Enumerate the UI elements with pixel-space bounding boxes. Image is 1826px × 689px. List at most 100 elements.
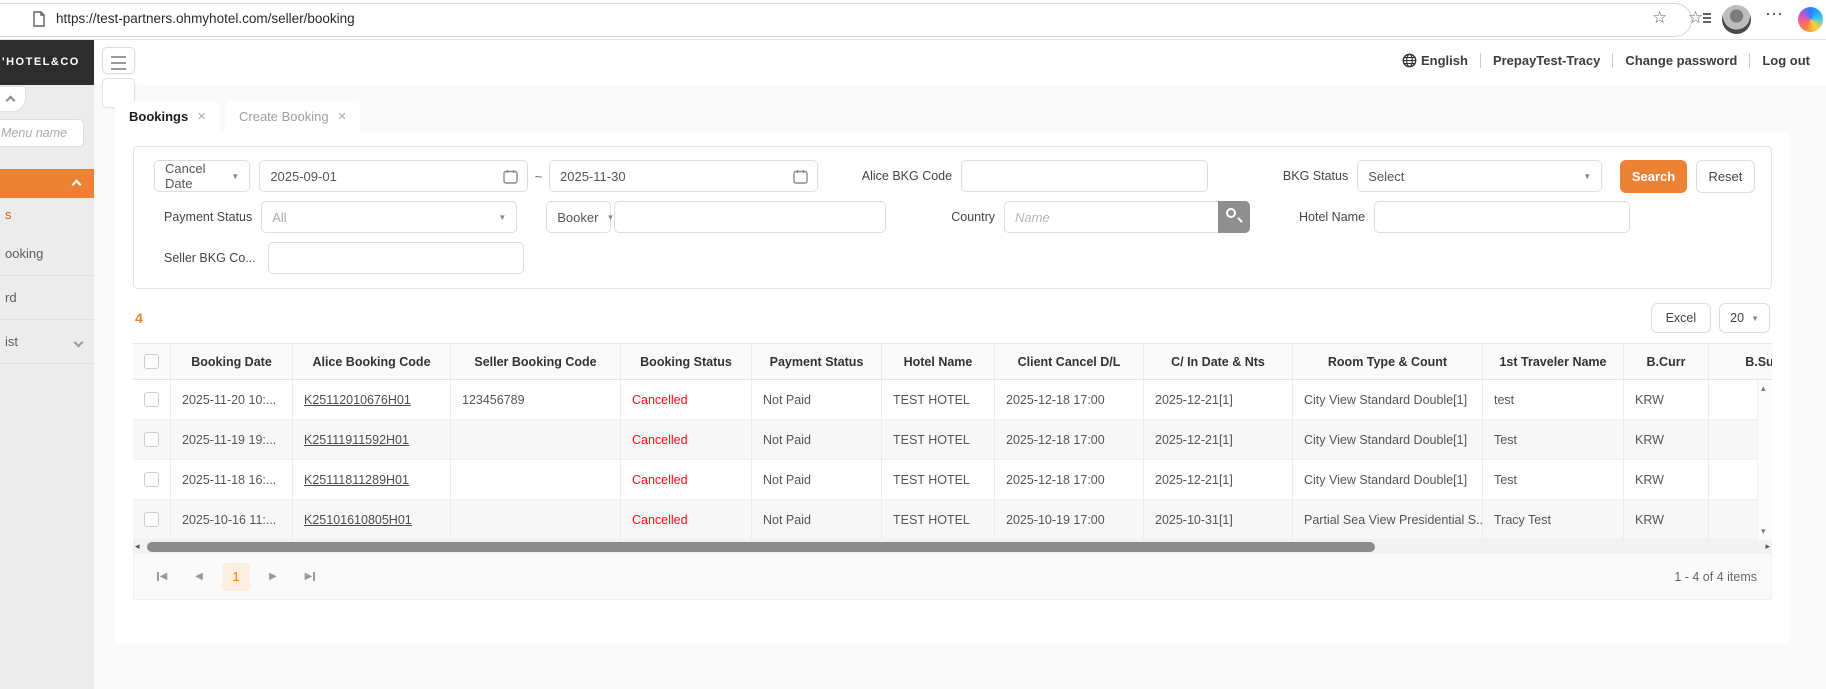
booking-date: 2025-11-18 16:... — [171, 460, 293, 499]
change-password-link[interactable]: Change password — [1625, 53, 1737, 68]
scroll-right-icon[interactable]: ▸ — [1765, 541, 1770, 552]
alice-booking-code-link[interactable]: K25111811289H01 — [304, 473, 409, 487]
copilot-icon[interactable] — [1798, 7, 1823, 32]
row-checkbox[interactable] — [144, 512, 159, 527]
booker-input[interactable] — [614, 201, 887, 233]
booking-status: Cancelled — [621, 420, 752, 459]
language-label: English — [1420, 53, 1468, 68]
col-booking-date[interactable]: Booking Date — [171, 344, 293, 380]
excel-export-button[interactable]: Excel — [1650, 303, 1712, 333]
page-size-select[interactable]: 20 ▼ — [1719, 303, 1770, 333]
current-page-button[interactable]: 1 — [222, 562, 250, 591]
sidebar-item-dashboard[interactable]: rd — [0, 276, 94, 320]
table-row[interactable]: 2025-10-16 11:... K25101610805H01 Cancel… — [133, 500, 1772, 540]
country-input[interactable] — [1004, 201, 1221, 233]
url-text[interactable]: https://test-partners.ohmyhotel.com/sell… — [56, 11, 355, 26]
user-links: English PrepayTest-Tracy Change password… — [1402, 53, 1810, 68]
menu-search-input[interactable] — [0, 119, 84, 147]
table-row[interactable]: 2025-11-18 16:... K25111811289H01 Cancel… — [133, 460, 1772, 500]
language-switcher[interactable]: English — [1402, 53, 1468, 68]
sidebar-item-create-booking[interactable]: ooking — [0, 232, 94, 276]
collections-icon[interactable]: ☆ — [1688, 8, 1712, 28]
favorite-star-icon[interactable]: ☆ — [1652, 8, 1667, 28]
tab-bookings[interactable]: Bookings × — [115, 101, 220, 132]
payment-status-select[interactable]: All ▼ — [261, 201, 518, 233]
traveler-name: Test — [1483, 420, 1624, 459]
chevron-up-icon — [5, 95, 16, 106]
col-payment-status[interactable]: Payment Status — [752, 344, 882, 380]
close-icon[interactable]: × — [197, 108, 206, 125]
client-cancel-dl: 2025-12-18 17:00 — [995, 460, 1144, 499]
sidebar-collapse-button[interactable] — [0, 86, 26, 112]
horizontal-scrollbar[interactable]: ◂ ▸ — [133, 540, 1772, 554]
sidebar-group-header[interactable] — [0, 169, 94, 198]
calendar-icon — [793, 169, 808, 184]
row-checkbox[interactable] — [144, 392, 159, 407]
hotel-name: TEST HOTEL — [882, 460, 995, 499]
browser-menu-icon[interactable]: ⋯ — [1765, 4, 1784, 25]
filter-row-1: Cancel Date ▼ 2025-09-01 ~ 2025-11-30 Ali… — [150, 159, 1755, 193]
scrollbar-thumb[interactable] — [147, 542, 1375, 552]
hotel-name-input[interactable] — [1374, 201, 1631, 233]
bkg-status-label: BKG Status — [1282, 169, 1349, 183]
alice-booking-code-link[interactable]: K25111911592H01 — [304, 433, 409, 447]
payment-status: Not Paid — [752, 500, 882, 539]
select-all-checkbox[interactable] — [144, 354, 159, 369]
sidebar-item-list[interactable]: ist — [0, 320, 94, 364]
booking-currency: KRW — [1624, 380, 1709, 419]
reset-button[interactable]: Reset — [1695, 159, 1755, 193]
last-page-button[interactable]: ▶ — [296, 563, 324, 591]
vertical-scrollbar[interactable]: ▴ ▾ — [1757, 380, 1772, 540]
next-page-button[interactable]: ▶ — [259, 563, 287, 591]
site-info-icon[interactable] — [32, 11, 46, 27]
search-button[interactable]: Search — [1620, 159, 1687, 193]
date-to-field[interactable]: 2025-11-30 — [549, 160, 818, 192]
row-checkbox[interactable] — [144, 432, 159, 447]
logout-link[interactable]: Log out — [1762, 53, 1810, 68]
booking-status: Cancelled — [621, 380, 752, 419]
alice-bkg-code-input[interactable] — [961, 160, 1208, 192]
first-page-button[interactable]: ◀ — [148, 563, 176, 591]
room-type: City View Standard Double[1] — [1293, 420, 1483, 459]
prev-page-button[interactable]: ◀ — [185, 563, 213, 591]
date-type-dropdown[interactable]: Cancel Date ▼ — [154, 160, 251, 192]
table-toolbar: 4 Excel 20 ▼ — [135, 303, 1770, 333]
scroll-up-icon[interactable]: ▴ — [1761, 383, 1766, 394]
col-bcurr[interactable]: B.Curr — [1624, 344, 1709, 380]
table-row[interactable]: 2025-11-20 10:... K25112010676H01 123456… — [133, 380, 1772, 420]
booking-currency: KRW — [1624, 500, 1709, 539]
tab-create-booking[interactable]: Create Booking × — [225, 101, 361, 132]
payment-status-label: Payment Status — [164, 210, 253, 224]
row-checkbox[interactable] — [144, 472, 159, 487]
close-icon[interactable]: × — [338, 108, 347, 125]
col-hotel-name[interactable]: Hotel Name — [882, 344, 995, 380]
alice-booking-code-link[interactable]: K25101610805H01 — [304, 513, 412, 527]
checkin-date: 2025-12-21[1] — [1144, 460, 1293, 499]
col-alice-booking-code[interactable]: Alice Booking Code — [293, 344, 451, 380]
booker-dropdown[interactable]: Booker ▼ — [546, 201, 614, 233]
traveler-name: test — [1483, 380, 1624, 419]
bkg-status-select[interactable]: Select ▼ — [1357, 160, 1603, 192]
country-search-button[interactable] — [1218, 201, 1251, 233]
table-row[interactable]: 2025-11-19 19:... K25111911592H01 Cancel… — [133, 420, 1772, 460]
col-bsum[interactable]: B.Sum A — [1709, 344, 1772, 380]
scroll-left-icon[interactable]: ◂ — [135, 541, 140, 552]
col-booking-status[interactable]: Booking Status — [621, 344, 752, 380]
account-name[interactable]: PrepayTest-Tracy — [1493, 53, 1600, 68]
scroll-down-icon[interactable]: ▾ — [1761, 526, 1766, 537]
col-room-type[interactable]: Room Type & Count — [1293, 344, 1483, 380]
col-seller-booking-code[interactable]: Seller Booking Code — [451, 344, 621, 380]
col-client-cancel[interactable]: Client Cancel D/L — [995, 344, 1144, 380]
date-from-field[interactable]: 2025-09-01 — [259, 160, 529, 192]
date-to-value: 2025-11-30 — [560, 168, 626, 184]
seller-bkg-code-input[interactable] — [267, 242, 524, 274]
booking-date: 2025-11-19 19:... — [171, 420, 293, 459]
tab-bar: Bookings × Create Booking × — [115, 101, 361, 132]
col-checkin[interactable]: C/ In Date & Nts — [1144, 344, 1293, 380]
menu-toggle-button[interactable] — [102, 47, 135, 74]
browser-profile-avatar[interactable] — [1722, 5, 1751, 34]
alice-booking-code-link[interactable]: K25112010676H01 — [304, 393, 411, 407]
sidebar-item-bookings[interactable]: s — [0, 198, 94, 232]
col-traveler[interactable]: 1st Traveler Name — [1483, 344, 1624, 380]
booking-currency: KRW — [1624, 420, 1709, 459]
